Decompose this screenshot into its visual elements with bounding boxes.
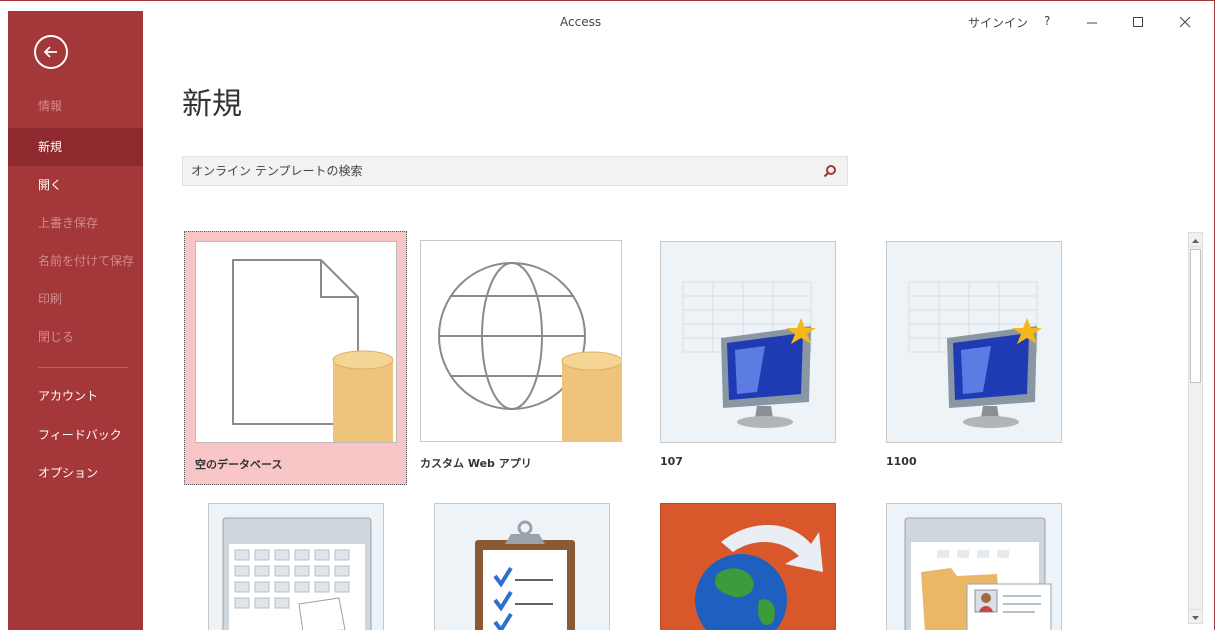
globe-sync-icon <box>660 503 836 630</box>
template-contacts[interactable] <box>876 493 1066 630</box>
calendar-template-icon <box>208 503 384 630</box>
template-label: カスタム Web アプリ <box>420 457 532 470</box>
template-107[interactable]: 107 <box>650 231 840 485</box>
back-arrow-icon <box>43 46 57 58</box>
template-custom-web-app[interactable]: カスタム Web アプリ <box>410 231 633 485</box>
maximize-icon <box>1133 17 1143 27</box>
scroll-up-arrow-icon <box>1192 239 1199 243</box>
close-icon <box>1180 17 1191 28</box>
menu-item-info: 情報 <box>38 99 63 113</box>
template-label: 107 <box>660 455 683 468</box>
maximize-button[interactable] <box>1123 9 1153 35</box>
web-app-icon <box>420 240 622 442</box>
menu-divider <box>38 367 128 368</box>
contacts-folder-icon <box>886 503 1062 630</box>
page-title: 新規 <box>182 87 242 122</box>
template-web-sync[interactable] <box>650 493 840 630</box>
template-search-input[interactable] <box>183 157 813 185</box>
menu-item-close: 閉じる <box>38 330 75 344</box>
search-icon[interactable] <box>823 164 837 178</box>
scroll-thumb[interactable] <box>1190 249 1201 383</box>
menu-item-print: 印刷 <box>38 292 63 306</box>
close-window-button[interactable] <box>1170 9 1200 35</box>
blank-database-icon <box>195 241 397 443</box>
template-calendar[interactable] <box>198 493 388 630</box>
template-tasks[interactable] <box>424 493 614 630</box>
vertical-scrollbar[interactable] <box>1188 232 1203 624</box>
new-database-monitor-icon <box>660 241 836 443</box>
access-window: 情報 新規 開く 上書き保存 名前を付けて保存 印刷 閉じる アカウント フィー… <box>0 0 1215 630</box>
menu-item-feedback[interactable]: フィードバック <box>8 416 143 454</box>
back-button[interactable] <box>34 35 68 69</box>
menu-item-new[interactable]: 新規 <box>8 128 143 166</box>
window-title: Access <box>560 15 602 29</box>
new-database-monitor-icon <box>886 241 1062 443</box>
help-button[interactable]: ? <box>1044 14 1050 28</box>
minimize-button[interactable] <box>1077 9 1107 35</box>
menu-item-account[interactable]: アカウント <box>8 377 143 415</box>
minimize-icon <box>1087 22 1097 24</box>
menu-item-options[interactable]: オプション <box>8 454 143 492</box>
template-label: 1100 <box>886 455 917 468</box>
scroll-up-button[interactable] <box>1189 233 1202 247</box>
task-clipboard-icon <box>434 503 610 630</box>
signin-link[interactable]: サインイン <box>968 14 1028 31</box>
template-search-box <box>182 156 848 186</box>
menu-item-save: 上書き保存 <box>38 216 99 230</box>
scroll-down-arrow-icon <box>1192 616 1199 620</box>
backstage-sidebar: 情報 新規 開く 上書き保存 名前を付けて保存 印刷 閉じる アカウント フィー… <box>8 11 143 630</box>
template-label: 空のデータベース <box>195 458 283 471</box>
template-blank-database[interactable]: 空のデータベース <box>184 231 407 485</box>
scroll-down-button[interactable] <box>1189 609 1202 623</box>
menu-item-save-as: 名前を付けて保存 <box>38 254 135 268</box>
menu-item-open[interactable]: 開く <box>8 166 143 204</box>
template-1100[interactable]: 1100 <box>876 231 1066 485</box>
